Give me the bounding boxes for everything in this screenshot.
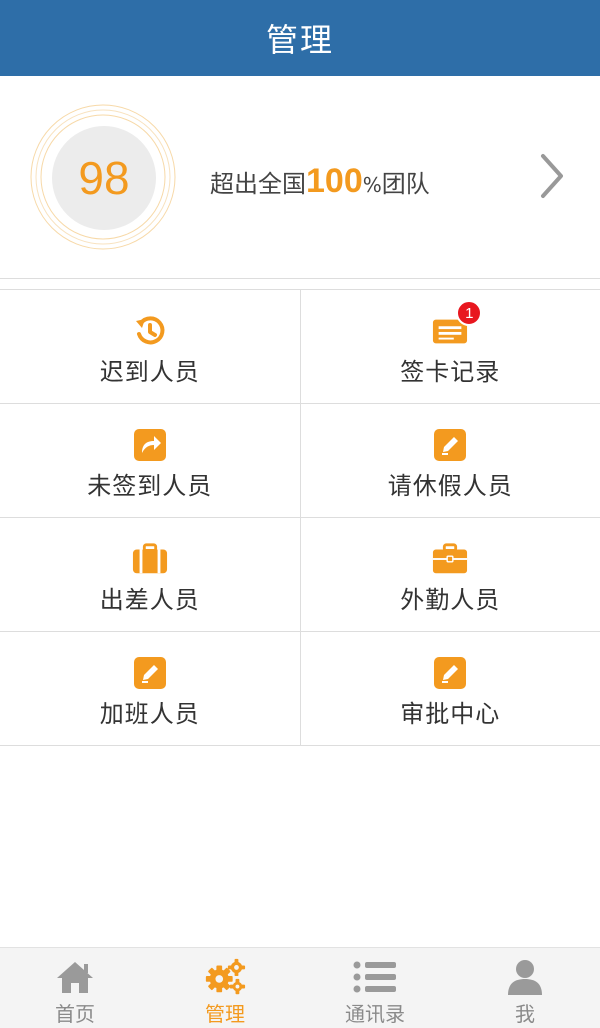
score-value: 98 [78, 152, 130, 204]
share-arrow-icon [132, 428, 168, 462]
grid-item-label: 出差人员 [99, 586, 200, 614]
grid-item-label: 迟到人员 [99, 358, 200, 386]
person-icon [503, 958, 547, 996]
card-record-icon: 1 [432, 300, 483, 348]
edit-pencil-icon [432, 428, 468, 462]
edit-pencil-icon [132, 656, 168, 690]
grid-row: 出差人员 外勤人员 [0, 518, 600, 632]
app-screen: 管理 98 超出全国 100 % 团队 迟到人员 1 签卡记录 未签到人员 请休… [0, 0, 600, 1028]
grid-item-label: 签卡记录 [400, 358, 501, 386]
page-title: 管理 [265, 21, 334, 59]
tab-manage[interactable]: 管理 [150, 948, 300, 1028]
edit-pencil-icon [432, 656, 468, 690]
grid-item-overtime[interactable]: 加班人员 [0, 632, 301, 745]
grid-item-field-work[interactable]: 外勤人员 [301, 518, 600, 631]
bottom-tab-bar: 首页 管理 通讯录 我 [0, 947, 600, 1028]
tab-contacts[interactable]: 通讯录 [300, 948, 450, 1028]
grid-row: 未签到人员 请休假人员 [0, 404, 600, 518]
tab-label: 我 [515, 1002, 535, 1026]
chevron-right-icon[interactable] [532, 146, 572, 206]
luggage-icon [132, 542, 168, 576]
notification-badge: 1 [456, 300, 483, 326]
score-section[interactable]: 98 超出全国 100 % 团队 [0, 76, 600, 279]
function-grid: 迟到人员 1 签卡记录 未签到人员 请休假人员 出差人员 外勤人员 加班人员 审… [0, 289, 600, 746]
grid-item-leave[interactable]: 请休假人员 [301, 404, 600, 517]
score-description: 超出全国 100 % 团队 [210, 162, 430, 206]
tab-me[interactable]: 我 [450, 948, 600, 1028]
grid-row: 加班人员 审批中心 [0, 632, 600, 746]
list-icon [353, 958, 397, 996]
grid-item-not-signed[interactable]: 未签到人员 [0, 404, 301, 517]
grid-item-label: 加班人员 [99, 700, 200, 728]
score-desc-suffix: 团队 [381, 170, 430, 198]
tab-home[interactable]: 首页 [0, 948, 150, 1028]
tab-label: 通讯录 [345, 1002, 405, 1026]
tab-label: 首页 [55, 1002, 95, 1026]
grid-item-label: 请休假人员 [387, 472, 513, 500]
top-bar: 管理 [0, 0, 600, 76]
grid-row: 迟到人员 1 签卡记录 [0, 290, 600, 404]
grid-item-business-trip[interactable]: 出差人员 [0, 518, 301, 631]
score-badge: 98 [52, 126, 156, 230]
home-icon [53, 958, 97, 996]
score-desc-percent-sign: % [362, 173, 382, 197]
grid-item-card-record[interactable]: 1 签卡记录 [301, 290, 600, 403]
grid-item-late[interactable]: 迟到人员 [0, 290, 301, 403]
score-desc-prefix: 超出全国 [210, 170, 306, 198]
gears-icon [203, 958, 247, 996]
tab-label: 管理 [205, 1002, 245, 1026]
grid-item-label: 外勤人员 [400, 586, 501, 614]
briefcase-icon [432, 542, 468, 576]
grid-item-approval-center[interactable]: 审批中心 [301, 632, 600, 745]
grid-item-label: 审批中心 [400, 700, 501, 728]
late-clock-icon [132, 314, 168, 348]
score-desc-percent: 100 [306, 162, 363, 200]
grid-item-label: 未签到人员 [87, 472, 213, 500]
